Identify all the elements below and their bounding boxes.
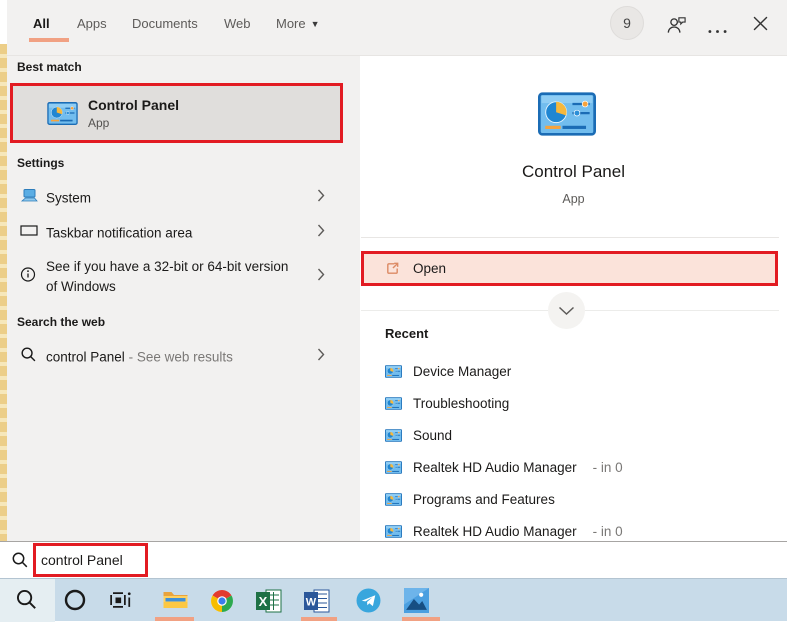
web-query: control Panel — [46, 350, 125, 365]
photos-icon — [404, 588, 429, 613]
control-panel-icon — [385, 397, 402, 410]
settings-item-label: System — [46, 191, 91, 206]
dropdown-arrow-icon: ▼ — [311, 19, 320, 29]
recent-item[interactable]: Device Manager — [385, 355, 775, 387]
recent-item-label: Realtek HD Audio Manager — [413, 460, 577, 475]
control-panel-icon — [385, 365, 402, 378]
more-options-icon[interactable] — [708, 21, 727, 39]
chevron-right-icon — [317, 268, 325, 287]
chrome-button[interactable] — [210, 589, 234, 618]
file-explorer-icon — [162, 589, 189, 611]
cortana-icon — [63, 588, 87, 612]
best-match-header: Best match — [17, 60, 82, 74]
running-indicator — [301, 617, 337, 621]
chevron-right-icon — [317, 224, 325, 243]
settings-header: Settings — [17, 156, 64, 170]
feedback-icon[interactable] — [665, 14, 688, 40]
search-icon — [11, 551, 29, 574]
recent-item-label: Sound — [413, 428, 452, 443]
excel-icon: X — [256, 589, 282, 613]
task-view-button[interactable] — [108, 590, 133, 615]
taskbar: X W — [0, 578, 787, 621]
recent-item-suffix: - in 0 — [593, 524, 623, 539]
recent-header: Recent — [385, 326, 428, 341]
best-match-result[interactable]: Control Panel App — [10, 83, 343, 143]
close-icon[interactable] — [753, 16, 768, 36]
desktop-edge-strip — [0, 44, 7, 541]
recent-item-label: Programs and Features — [413, 492, 555, 507]
running-indicator — [155, 617, 194, 621]
search-icon — [15, 588, 38, 611]
control-panel-icon — [385, 461, 402, 474]
word-button[interactable]: W — [304, 589, 330, 618]
windows-search-flyout: All Apps Documents Web More▼ 9 Best matc… — [0, 0, 787, 621]
tab-apps[interactable]: Apps — [77, 16, 107, 31]
active-tab-indicator — [29, 38, 69, 42]
recent-item[interactable]: Programs and Features — [385, 483, 775, 515]
control-panel-icon — [385, 429, 402, 442]
open-external-icon — [385, 261, 400, 276]
telegram-button[interactable] — [356, 588, 381, 618]
settings-item-taskbar[interactable]: Taskbar notification area — [7, 218, 353, 248]
recent-item-label: Troubleshooting — [413, 396, 509, 411]
taskbar-icon — [20, 224, 38, 243]
control-panel-icon — [385, 493, 402, 506]
info-icon — [20, 267, 36, 288]
chevron-right-icon — [317, 189, 325, 208]
control-panel-icon-large — [538, 92, 596, 136]
chrome-icon — [210, 589, 234, 613]
search-results-panel: Best match Control Panel App Settings Sy… — [7, 56, 360, 541]
recent-item-suffix: - in 0 — [593, 460, 623, 475]
svg-text:X: X — [259, 594, 268, 609]
system-icon — [20, 188, 38, 209]
recent-item[interactable]: Troubleshooting — [385, 387, 775, 419]
search-icon — [20, 346, 37, 368]
preview-app-title: Control Panel — [360, 162, 787, 182]
divider — [361, 237, 779, 238]
search-filter-header: All Apps Documents Web More▼ 9 — [7, 0, 787, 56]
word-icon: W — [304, 589, 330, 613]
open-button[interactable]: Open — [361, 251, 778, 286]
telegram-icon — [356, 588, 381, 613]
control-panel-icon — [385, 525, 402, 538]
best-match-title: Control Panel — [88, 97, 179, 113]
search-input[interactable]: control Panel — [41, 552, 123, 568]
preview-app-type: App — [360, 192, 787, 206]
search-web-header: Search the web — [17, 315, 105, 329]
recent-item[interactable]: Sound — [385, 419, 775, 451]
recent-item-label: Device Manager — [413, 364, 511, 379]
tab-web[interactable]: Web — [224, 16, 251, 31]
chevron-down-icon — [558, 306, 575, 316]
web-suffix: - See web results — [129, 350, 233, 365]
taskbar-search-box[interactable]: control Panel — [0, 541, 787, 578]
tab-all[interactable]: All — [33, 16, 50, 31]
tab-documents[interactable]: Documents — [132, 16, 198, 31]
chevron-right-icon — [317, 348, 325, 367]
recent-item[interactable]: Realtek HD Audio Manager - in 0 — [385, 451, 775, 483]
expand-button[interactable] — [548, 292, 585, 329]
photos-button[interactable] — [404, 588, 429, 618]
tab-more[interactable]: More▼ — [276, 16, 320, 31]
web-search-item[interactable]: control Panel - See web results — [7, 342, 353, 372]
recent-item-label: Realtek HD Audio Manager — [413, 524, 577, 539]
control-panel-icon — [47, 102, 78, 125]
settings-item-system[interactable]: System — [7, 183, 353, 213]
notification-badge[interactable]: 9 — [610, 6, 644, 40]
result-preview-panel: Control Panel App Open Recent Device Man… — [360, 56, 787, 541]
open-button-label: Open — [413, 261, 446, 276]
svg-text:W: W — [306, 597, 317, 609]
task-view-icon — [108, 590, 133, 610]
taskbar-search-button[interactable] — [15, 588, 38, 616]
best-match-type: App — [88, 116, 179, 130]
file-explorer-button[interactable] — [162, 589, 189, 616]
settings-item-label: See if you have a 32-bit or 64-bit versi… — [46, 257, 296, 297]
settings-item-label: Taskbar notification area — [46, 226, 192, 241]
excel-button[interactable]: X — [256, 589, 282, 618]
cortana-button[interactable] — [63, 588, 87, 617]
running-indicator — [402, 617, 440, 621]
settings-item-bitversion[interactable]: See if you have a 32-bit or 64-bit versi… — [7, 253, 353, 301]
